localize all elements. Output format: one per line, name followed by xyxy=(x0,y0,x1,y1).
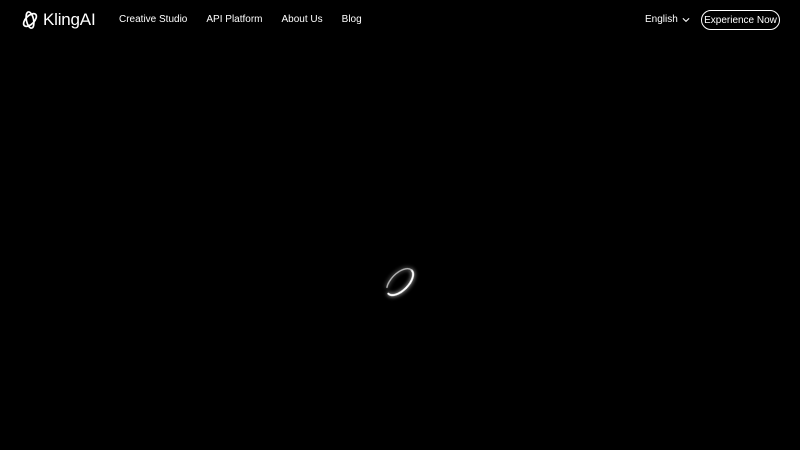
loading-ring-icon xyxy=(386,268,415,297)
language-label: English xyxy=(645,14,678,25)
nav-creative-studio[interactable]: Creative Studio xyxy=(119,12,187,28)
main-nav: Creative Studio API Platform About Us Bl… xyxy=(119,12,362,28)
kling-logo-icon xyxy=(22,11,38,29)
logo-link[interactable]: KlingAI xyxy=(20,10,96,30)
nav-api-platform[interactable]: API Platform xyxy=(206,12,262,28)
loading-spinner xyxy=(370,256,430,316)
top-navbar: KlingAI Creative Studio API Platform Abo… xyxy=(0,0,800,40)
logo-text: KlingAI xyxy=(43,10,96,29)
page: KlingAI Creative Studio API Platform Abo… xyxy=(0,0,800,450)
nav-blog[interactable]: Blog xyxy=(342,12,362,28)
chevron-down-icon xyxy=(682,18,690,22)
nav-about-us[interactable]: About Us xyxy=(282,12,323,28)
experience-now-button[interactable]: Experience Now xyxy=(701,10,780,30)
language-selector[interactable]: English xyxy=(645,12,690,28)
